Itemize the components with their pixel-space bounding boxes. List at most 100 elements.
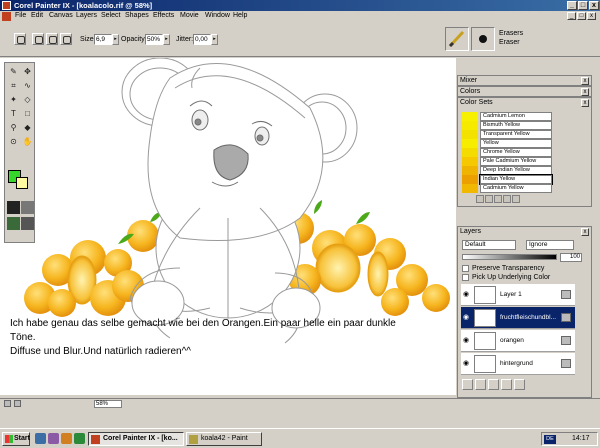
- visibility-eye-icon[interactable]: ◉: [463, 314, 471, 321]
- color-set-swatch[interactable]: [462, 166, 478, 175]
- jitter-field[interactable]: 0,00: [193, 34, 211, 45]
- mixer-panel-header[interactable]: Mixer x: [457, 75, 592, 86]
- delete-layer-icon[interactable]: [514, 379, 525, 390]
- minimize-button[interactable]: _: [567, 1, 577, 10]
- size-stepper[interactable]: ▸: [112, 34, 119, 45]
- color-set-swatch[interactable]: [462, 112, 478, 121]
- brush-variant-icon[interactable]: [471, 27, 495, 51]
- color-sets-close-button[interactable]: x: [581, 99, 589, 107]
- size-field[interactable]: 6,9: [94, 34, 112, 45]
- layer-row[interactable]: ◉ hintergrund: [461, 353, 575, 375]
- brush-category-icon[interactable]: [445, 27, 469, 51]
- mixer-close-button[interactable]: x: [581, 77, 589, 85]
- colors-panel-header[interactable]: Colors x: [457, 86, 592, 97]
- opacity-stepper[interactable]: ▸: [163, 34, 170, 45]
- language-indicator[interactable]: DE: [544, 435, 556, 444]
- pick-up-underlying-checkbox[interactable]: [462, 274, 469, 281]
- menu-file[interactable]: File: [15, 12, 26, 19]
- shape-icon[interactable]: ◇: [21, 93, 34, 106]
- doc-close-button[interactable]: x: [587, 12, 596, 20]
- preserve-mode-select[interactable]: Ignore: [526, 240, 574, 250]
- color-set-row[interactable]: Deep Indian Yellow: [462, 166, 580, 175]
- nozzle-selector-icon[interactable]: [21, 217, 34, 230]
- gradient-selector-icon[interactable]: [21, 201, 34, 214]
- color-set-button-4[interactable]: [503, 195, 511, 203]
- move-icon[interactable]: ✥: [21, 65, 34, 78]
- layer-row[interactable]: ◉ orangen: [461, 330, 575, 352]
- zoom-field[interactable]: 58%: [94, 400, 122, 408]
- stroke-freehand-icon[interactable]: [32, 33, 44, 45]
- menu-layers[interactable]: Layers: [76, 12, 97, 19]
- document-icon[interactable]: [2, 12, 11, 21]
- text-icon[interactable]: T: [7, 107, 20, 120]
- paint-bucket-icon[interactable]: ◆: [21, 121, 34, 134]
- layers-close-button[interactable]: x: [581, 228, 589, 236]
- layer-lock-icon[interactable]: [561, 359, 571, 368]
- reset-brush-icon[interactable]: [60, 33, 72, 45]
- taskbar-button-painter[interactable]: Corel Painter IX - [ko...: [88, 432, 184, 446]
- color-set-row[interactable]: Chrome Yellow: [462, 148, 580, 157]
- layer-lock-icon[interactable]: [561, 290, 571, 299]
- dynamic-plugins-icon[interactable]: [475, 379, 486, 390]
- menu-effects[interactable]: Effects: [153, 12, 174, 19]
- color-set-row[interactable]: Cadmium Lemon: [462, 112, 580, 121]
- color-set-swatch[interactable]: [462, 139, 478, 148]
- brush-icon[interactable]: ✎: [7, 65, 20, 78]
- color-set-swatch[interactable]: [462, 184, 478, 193]
- preserve-transparency-checkbox[interactable]: [462, 265, 469, 272]
- menu-help[interactable]: Help: [233, 12, 247, 19]
- menu-window[interactable]: Window: [205, 12, 230, 19]
- magic-wand-icon[interactable]: ✦: [7, 93, 20, 106]
- grabber-icon[interactable]: ✋: [21, 135, 34, 148]
- drawing-canvas[interactable]: Ich habe genau das selbe gemacht wie bei…: [0, 58, 456, 395]
- layer-lock-icon[interactable]: [561, 336, 571, 345]
- opacity-slider[interactable]: [462, 254, 557, 260]
- layer-row[interactable]: ◉ fruchtfleischundbl...: [461, 307, 575, 329]
- quicklaunch-media-icon[interactable]: [61, 433, 72, 444]
- paper-selector-icon[interactable]: [7, 201, 20, 214]
- layer-commands-icon[interactable]: [462, 379, 473, 390]
- quicklaunch-desktop-icon[interactable]: [74, 433, 85, 444]
- quicklaunch-browser-icon[interactable]: [35, 433, 46, 444]
- colors-close-button[interactable]: x: [581, 88, 589, 96]
- color-set-button-1[interactable]: [476, 195, 484, 203]
- taskbar-button-paint[interactable]: koala42 - Paint: [186, 432, 262, 446]
- start-button[interactable]: Start: [2, 432, 30, 446]
- color-set-row[interactable]: Transparent Yellow: [462, 130, 580, 139]
- close-button[interactable]: x: [589, 1, 599, 10]
- brush-selector[interactable]: Erasers Eraser: [443, 25, 600, 53]
- crop-icon[interactable]: ⌗: [7, 79, 20, 92]
- lasso-icon[interactable]: ∿: [21, 79, 34, 92]
- color-set-button-2[interactable]: [485, 195, 493, 203]
- color-set-row[interactable]: Cadmium Yellow: [462, 184, 580, 193]
- pattern-selector-icon[interactable]: [7, 217, 20, 230]
- dropper-icon[interactable]: ⚲: [7, 121, 20, 134]
- color-set-swatch[interactable]: [462, 175, 478, 184]
- menu-edit[interactable]: Edit: [31, 12, 43, 19]
- color-set-swatch[interactable]: [462, 157, 478, 166]
- color-set-swatch[interactable]: [462, 130, 478, 139]
- visibility-eye-icon[interactable]: ◉: [463, 337, 471, 344]
- color-set-button-5[interactable]: [512, 195, 520, 203]
- menu-shapes[interactable]: Shapes: [125, 12, 149, 19]
- rectangle-select-icon[interactable]: □: [21, 107, 34, 120]
- stroke-straight-icon[interactable]: [46, 33, 58, 45]
- color-set-button-3[interactable]: [494, 195, 502, 203]
- visibility-eye-icon[interactable]: ◉: [463, 291, 471, 298]
- brush-tool-icon[interactable]: [14, 33, 26, 45]
- composite-method-select[interactable]: Default: [462, 240, 516, 250]
- maximize-button[interactable]: □: [578, 1, 588, 10]
- color-set-row[interactable]: Bismuth Yellow: [462, 121, 580, 130]
- layer-lock-icon[interactable]: [561, 313, 571, 322]
- additional-color-swatch[interactable]: [16, 177, 28, 189]
- visibility-eye-icon[interactable]: ◉: [463, 360, 471, 367]
- jitter-stepper[interactable]: ▸: [211, 34, 218, 45]
- magnifier-icon[interactable]: ⊙: [7, 135, 20, 148]
- layer-opacity-value[interactable]: 100: [560, 253, 582, 262]
- color-set-swatch[interactable]: [462, 148, 478, 157]
- canvas-navigator-icon[interactable]: [4, 400, 11, 407]
- layer-row[interactable]: ◉ Layer 1: [461, 284, 575, 306]
- menu-canvas[interactable]: Canvas: [49, 12, 73, 19]
- doc-minimize-button[interactable]: _: [567, 12, 576, 20]
- layer-mask-icon[interactable]: [501, 379, 512, 390]
